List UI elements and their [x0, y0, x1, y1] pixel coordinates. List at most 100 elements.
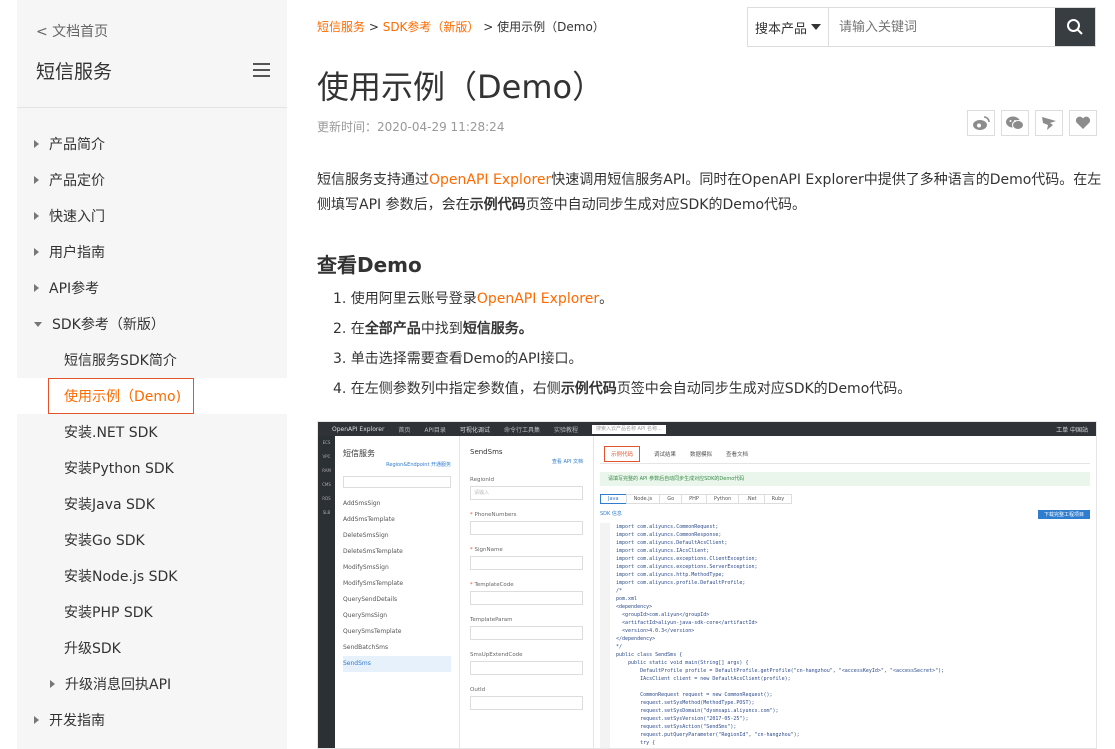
required-mark: *	[470, 547, 473, 553]
caret-right-icon	[34, 248, 39, 256]
heart-icon	[1075, 116, 1091, 129]
field-box	[470, 696, 583, 710]
required-mark: *	[470, 512, 473, 518]
breadcrumb-link-sms[interactable]: 短信服务	[317, 20, 365, 34]
sidebar-item-upgrade-receipt-api[interactable]: 升级消息回执API	[17, 666, 287, 702]
rail-item: CMS	[322, 482, 331, 487]
sidebar-item-pricing[interactable]: 产品定价	[17, 162, 287, 198]
field-box: 请输入	[470, 486, 583, 500]
explorer-field: SmsUpExtendCode	[470, 652, 583, 675]
active-item-outline	[48, 378, 194, 414]
sidebar-item-sdk-intro[interactable]: 短信服务SDK简介	[17, 342, 287, 378]
rail-item: RDS	[322, 496, 331, 501]
lang-tab: Node.js	[625, 494, 661, 504]
sidebar-item-user-guide[interactable]: 用户指南	[17, 234, 287, 270]
explorer-api-item: DeleteSmsSign	[343, 532, 389, 539]
search-button[interactable]	[1055, 8, 1095, 46]
search-input[interactable]	[829, 8, 1055, 46]
breadcrumb-separator: >	[365, 20, 383, 34]
sidebar-nav: 产品简介 产品定价 快速入门 用户指南 API参考 SDK参考（新版） 短信服务…	[17, 126, 287, 738]
weibo-share-button[interactable]	[967, 110, 995, 136]
dingtalk-share-button[interactable]	[1035, 110, 1063, 136]
field-label-text: SignName	[474, 547, 503, 553]
breadcrumb-separator: >	[479, 20, 498, 34]
step-text: 3. 单击选择需要查看Demo的API接口。	[333, 351, 583, 367]
sidebar-item-sdk-reference[interactable]: SDK参考（新版）	[17, 306, 287, 342]
favorite-button[interactable]	[1069, 110, 1097, 136]
intro-paragraph: 短信服务支持通过OpenAPI Explorer快速调用短信服务API。同时在O…	[317, 168, 1102, 218]
search-scope-label: 搜本产品	[754, 21, 807, 37]
lang-tab: .Net	[738, 494, 765, 504]
search-icon	[1067, 19, 1083, 35]
breadcrumb-current: 使用示例（Demo）	[497, 20, 605, 34]
sidebar-item-install-python[interactable]: 安装Python SDK	[17, 450, 287, 486]
step-text: 页签中会自动同步生成对应SDK的Demo代码。	[616, 381, 912, 397]
explorer-sdk-row: SDK 信息 下载完整工程项目	[600, 510, 1090, 519]
explorer-field: * SignName	[470, 547, 583, 570]
sidebar-title: 短信服务	[36, 61, 113, 83]
sidebar-item-label: 安装Python SDK	[64, 461, 174, 477]
step-bold: 短信服务。	[462, 321, 533, 337]
explorer-field: RegionId 请输入	[470, 477, 583, 500]
sidebar-item-install-dotnet[interactable]: 安装.NET SDK	[17, 414, 287, 450]
download-project: 下载完整工程项目	[1037, 510, 1090, 519]
explorer-note: 请填写完整的 API 参数后自动同步生成对应SDK的Demo代码	[600, 472, 1090, 486]
intro-text: 页签中自动同步生成对应SDK的Demo代码。	[525, 197, 807, 213]
sidebar-item-upgrade-sdk[interactable]: 升级SDK	[17, 630, 287, 666]
explorer-tab: 调试结果	[654, 451, 677, 458]
breadcrumb-link-sdk[interactable]: SDK参考（新版）	[383, 20, 480, 34]
explorer-api-item: SendBatchSms	[343, 644, 389, 651]
sidebar-item-demo[interactable]: 使用示例（Demo)	[17, 378, 287, 414]
step-text: 2. 在	[333, 321, 365, 337]
sidebar-item-quick-start[interactable]: 快速入门	[17, 198, 287, 234]
rail-item: ECS	[322, 440, 331, 445]
sidebar-item-api-reference[interactable]: API参考	[17, 270, 287, 306]
step-bold: 示例代码	[560, 381, 617, 397]
list-item: 3. 单击选择需要查看Demo的API接口。	[333, 349, 911, 379]
explorer-api-item: SendSms	[343, 656, 451, 672]
explorer-tab: 查看文档	[726, 451, 749, 458]
sidebar-item-dev-guide[interactable]: 开发指南	[17, 702, 287, 738]
explorer-api-title: SendSms	[470, 448, 503, 456]
sidebar-item-label: 产品定价	[49, 173, 105, 189]
explorer-tabs: 示例代码 调试结果 数据模拟 查看文档	[600, 444, 1090, 464]
field-label: RegionId	[470, 477, 583, 483]
back-to-docs-link[interactable]: < 文档首页	[36, 21, 108, 41]
step-text: 中找到	[420, 321, 463, 337]
field-label: SmsUpExtendCode	[470, 652, 583, 658]
menu-icon[interactable]	[253, 63, 270, 81]
openapi-explorer-link[interactable]: OpenAPI Explorer	[429, 172, 551, 188]
explorer-product-title: 短信服务	[343, 449, 375, 458]
explorer-api-doc: 查看 API 文档	[551, 459, 583, 465]
sidebar-item-install-nodejs[interactable]: 安装Node.js SDK	[17, 558, 287, 594]
rail-item: VPC	[322, 454, 331, 459]
sidebar-item-product-intro[interactable]: 产品简介	[17, 126, 287, 162]
step-text: 1. 使用阿里云账号登录	[333, 291, 477, 307]
explorer-nav-item: 可视化调试	[459, 426, 490, 434]
sidebar-item-install-java[interactable]: 安装Java SDK	[17, 486, 287, 522]
sdk-info: SDK 信息	[600, 511, 622, 517]
search-bar: 搜本产品	[747, 7, 1096, 47]
sidebar-item-install-go[interactable]: 安装Go SDK	[17, 522, 287, 558]
explorer-api-item: QuerySendDetails	[343, 596, 398, 603]
field-label-text: TemplateCode	[474, 582, 514, 588]
sidebar-item-install-php[interactable]: 安装PHP SDK	[17, 594, 287, 630]
caret-down-icon	[34, 321, 42, 327]
openapi-explorer-link[interactable]: OpenAPI Explorer	[477, 291, 599, 307]
field-label-text: SmsUpExtendCode	[470, 652, 523, 658]
explorer-api-item: AddSmsSign	[343, 500, 381, 507]
sidebar: < 文档首页 短信服务 产品简介 产品定价 快速入门 用户指南 API参考 SD…	[17, 0, 287, 749]
search-scope-select[interactable]: 搜本产品	[748, 8, 829, 46]
lang-tab: Ruby	[763, 494, 793, 504]
sidebar-item-label: 快速入门	[49, 209, 105, 225]
sidebar-header: < 文档首页 短信服务	[17, 0, 287, 108]
sidebar-item-label: 产品简介	[49, 137, 105, 153]
caret-right-icon	[50, 680, 55, 688]
explorer-meta: Region&Endpoint 开通服务	[386, 462, 451, 468]
sidebar-item-label: 安装.NET SDK	[64, 425, 158, 441]
explorer-api-item: AddSmsTemplate	[343, 516, 395, 523]
explorer-tab: 数据模拟	[690, 451, 713, 458]
explorer-code-panel: 示例代码 调试结果 数据模拟 查看文档 请填写完整的 API 参数后自动同步生成…	[594, 436, 1096, 748]
step-text: 4. 在左侧参数列中指定参数值，右侧	[333, 381, 561, 397]
wechat-share-button[interactable]	[1001, 110, 1029, 136]
